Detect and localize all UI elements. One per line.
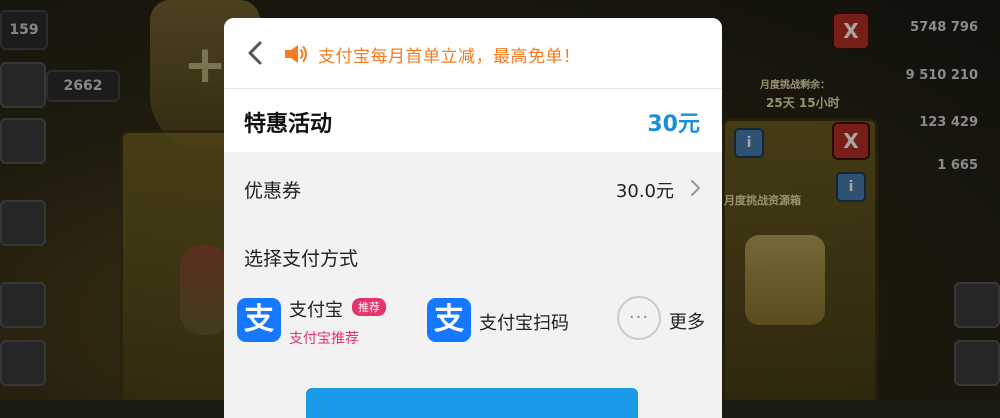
- alipay-icon: 支: [427, 298, 471, 342]
- coupon-label: 优惠券: [244, 180, 302, 202]
- payment-method-heading: 选择支付方式: [244, 248, 359, 270]
- promo-banner-text[interactable]: 支付宝每月首单立减，最高免单！: [318, 42, 581, 67]
- payment-option-name: 支付宝扫码: [479, 313, 569, 334]
- payment-option-subtitle: 支付宝推荐: [289, 331, 359, 347]
- back-button[interactable]: [242, 38, 270, 68]
- coupon-value: 30.0元: [615, 181, 674, 202]
- chevron-left-icon: [248, 41, 262, 65]
- payment-option-name: 支付宝: [289, 300, 343, 321]
- payment-option-alipay-scan[interactable]: 支 支付宝扫码: [427, 294, 587, 354]
- alipay-icon: 支: [237, 298, 281, 342]
- special-offer-amount: 30元: [647, 112, 700, 137]
- payment-method-section: 选择支付方式 支 支付宝 推荐 支付宝推荐 支 支付宝扫码 ··· 更多: [224, 222, 722, 418]
- chevron-right-icon: [691, 180, 700, 196]
- speaker-icon: [285, 45, 307, 63]
- payment-option-more[interactable]: ··· 更多: [617, 294, 717, 354]
- payment-option-name: 更多: [669, 312, 705, 333]
- recommended-badge: 推荐: [352, 298, 386, 316]
- dialog-header: 支付宝每月首单立减，最高免单！: [224, 18, 722, 88]
- payment-dialog: 支付宝每月首单立减，最高免单！ 特惠活动 30元 优惠券 30.0元 选择支付方…: [224, 18, 722, 418]
- special-offer-row: 特惠活动 30元: [224, 88, 722, 153]
- special-offer-title: 特惠活动: [244, 112, 333, 137]
- payment-option-alipay[interactable]: 支 支付宝 推荐 支付宝推荐: [237, 294, 397, 354]
- coupon-row[interactable]: 优惠券 30.0元: [224, 154, 722, 222]
- more-icon: ···: [617, 296, 661, 340]
- confirm-pay-button[interactable]: [306, 388, 638, 418]
